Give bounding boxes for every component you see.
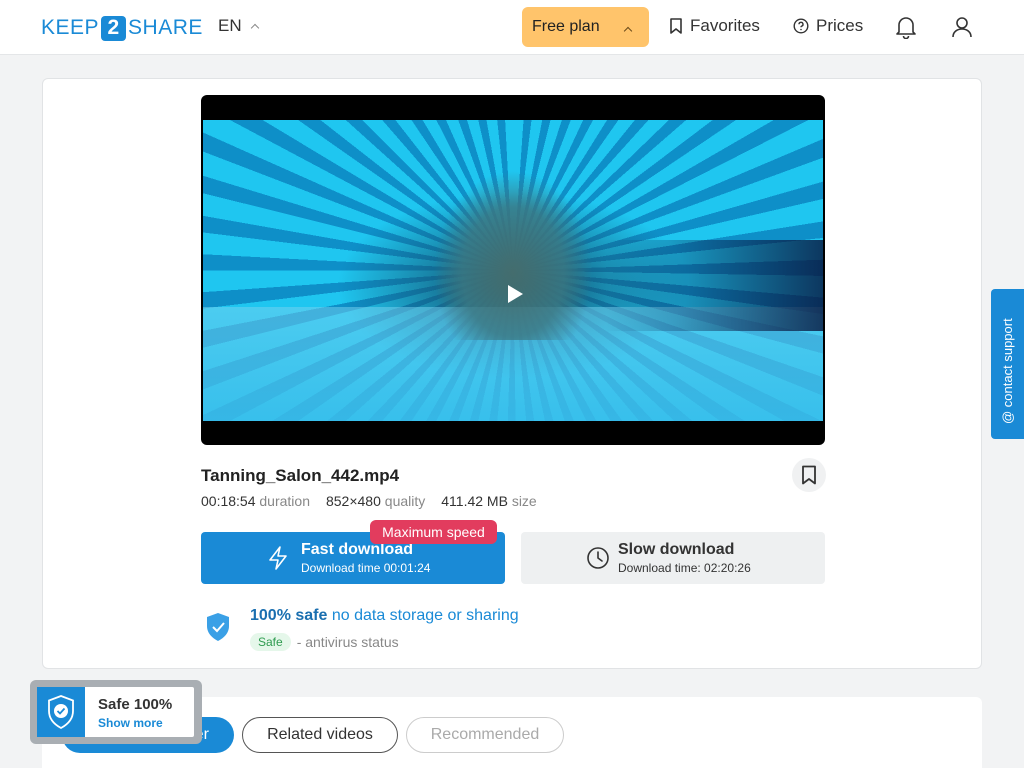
- slow-download-title: Slow download: [618, 541, 735, 558]
- tab-related-videos[interactable]: Related videos: [242, 717, 398, 753]
- user-icon: [952, 17, 972, 38]
- chevron-up-icon: [623, 26, 633, 36]
- video-thumbnail: [203, 120, 823, 421]
- duration-label: duration: [259, 493, 310, 509]
- add-to-favorites-button[interactable]: [792, 458, 826, 492]
- antivirus-status: Safe - antivirus status: [250, 633, 399, 651]
- safety-strong: 100% safe: [250, 607, 328, 624]
- account-button[interactable]: [949, 14, 975, 40]
- safe-badge: Safe: [250, 633, 291, 651]
- bookmark-icon: [802, 465, 816, 485]
- tab-recommended[interactable]: Recommended: [406, 717, 564, 753]
- favorites-link[interactable]: Favorites: [669, 16, 760, 36]
- slow-download-time: Download time: 02:20:26: [618, 561, 751, 575]
- quality-value: 852×480: [325, 493, 381, 509]
- file-card: Tanning_Salon_442.mp4 00:18:54 duration …: [42, 78, 982, 669]
- safety-message: 100% safe no data storage or sharing: [250, 607, 519, 625]
- shield-check-icon: [48, 695, 74, 730]
- fast-download-time: Download time 00:01:24: [301, 561, 431, 575]
- notifications-button[interactable]: [893, 14, 919, 40]
- safe-widget-title: Safe 100%: [98, 696, 173, 713]
- shield-check-icon: [207, 613, 229, 641]
- file-name: Tanning_Salon_442.mp4: [201, 466, 400, 485]
- language-selector[interactable]: EN: [218, 16, 259, 36]
- prices-label: Prices: [816, 16, 864, 35]
- chevron-up-icon: [250, 23, 259, 33]
- logo-text-left: KEEP: [41, 16, 100, 39]
- size-label: size: [511, 493, 537, 509]
- slow-download-button[interactable]: Slow download Download time: 02:20:26: [521, 532, 825, 584]
- safe-100-widget[interactable]: Safe 100% Show more: [30, 680, 202, 744]
- free-plan-label: Free plan: [532, 18, 600, 35]
- safety-light: no data storage or sharing: [331, 607, 519, 624]
- video-player[interactable]: [201, 95, 825, 445]
- clock-icon: [587, 547, 609, 569]
- contact-support-label: @ contact support: [1000, 318, 1015, 424]
- logo-text-right: SHARE: [128, 16, 203, 39]
- help-circle-icon: [793, 18, 809, 34]
- bell-icon: [896, 17, 916, 39]
- free-plan-button[interactable]: Free plan: [522, 7, 649, 47]
- antivirus-status-label: - antivirus status: [296, 634, 399, 650]
- quality-label: quality: [384, 493, 426, 509]
- top-header: KEEP 2 SHARE EN Free plan Favorites Pric…: [0, 0, 1024, 55]
- favorites-label: Favorites: [690, 16, 760, 35]
- language-label: EN: [218, 16, 242, 35]
- play-icon[interactable]: [508, 285, 523, 303]
- file-meta: 00:18:54 duration 852×480 quality 411.42…: [201, 493, 537, 509]
- lightning-icon: [269, 546, 287, 570]
- keep2share-logo[interactable]: KEEP 2 SHARE: [41, 15, 203, 41]
- duration-value: 00:18:54: [201, 493, 256, 509]
- show-more-link[interactable]: Show more: [98, 716, 163, 730]
- bookmark-icon: [670, 18, 682, 34]
- contact-support-tab[interactable]: @ contact support: [991, 289, 1024, 439]
- size-value: 411.42 MB: [441, 493, 508, 509]
- maximum-speed-badge: Maximum speed: [370, 520, 497, 544]
- logo-text-mid: 2: [101, 15, 127, 41]
- prices-link[interactable]: Prices: [793, 16, 863, 36]
